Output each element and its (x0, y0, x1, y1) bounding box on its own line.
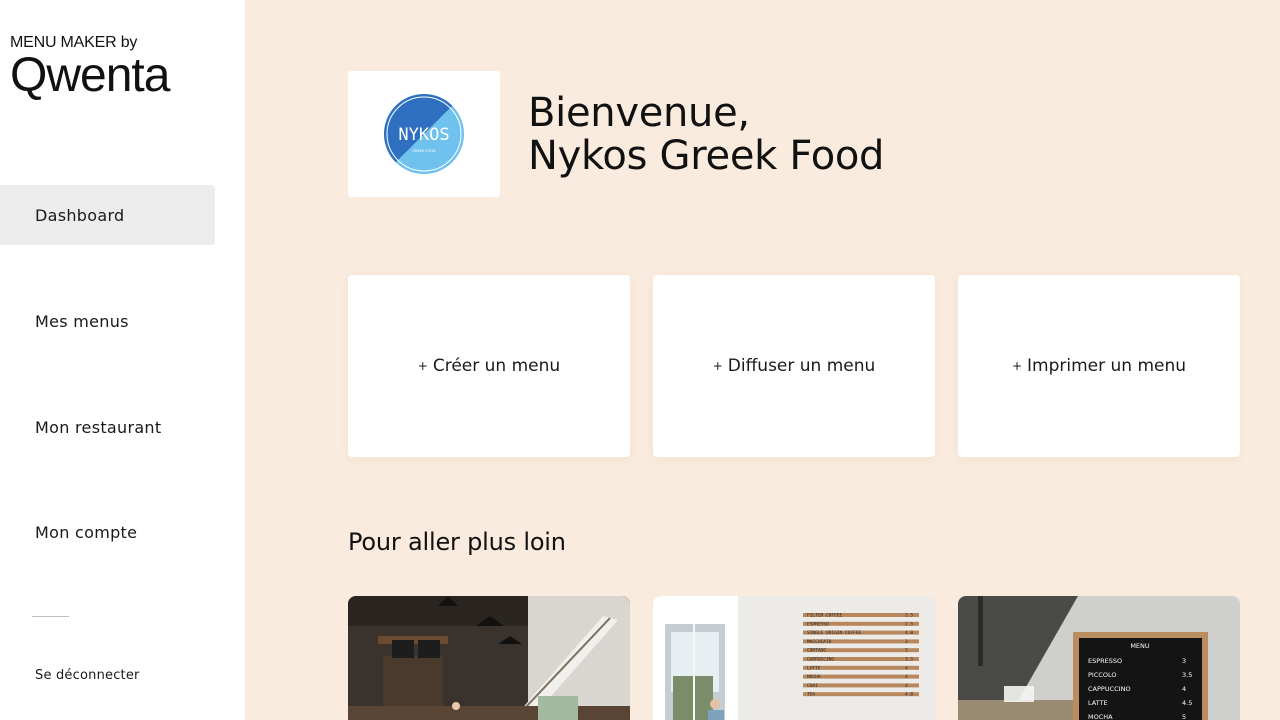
menu-board-item-price: 3 (1182, 657, 1186, 665)
wall-menu-item-name: CHAI (807, 683, 818, 689)
menu-board-image: MENU ESPRESSO 3 PICCOLO 3.5 CAPPUCCINO 4 LATTE… (958, 596, 1240, 720)
wall-menu-item-price: 4 (905, 665, 908, 671)
nav-item-dashboard[interactable]: Dashboard (0, 185, 215, 245)
logout-link[interactable]: Se déconnecter (35, 668, 140, 683)
action-label: Créer un menu (432, 356, 561, 376)
menu-board-item-name: LATTE (1088, 699, 1108, 707)
menu-board-item-name: CAPPUCCINO (1088, 685, 1131, 693)
wall-menu-item-price: 2.5 (905, 613, 913, 619)
print-menu-button[interactable]: + Imprimer un menu (958, 275, 1240, 457)
brand-name: Qwenta (10, 49, 170, 102)
wall-menu-item-name: FILTER COFFEE (807, 613, 843, 619)
plus-icon: + (712, 359, 723, 373)
sidebar-divider (32, 616, 69, 617)
action-label: Imprimer un menu (1027, 356, 1187, 376)
welcome-heading: Bienvenue, Nykos Greek Food (528, 92, 884, 178)
action-label: Diffuser un menu (727, 356, 876, 376)
menu-board-item-name: MOCHA (1088, 713, 1113, 720)
restaurant-logo-card: NYKOS GREEK FOOD (348, 71, 500, 197)
publish-menu-button[interactable]: + Diffuser un menu (653, 275, 935, 457)
logo-subtext: GREEK FOOD (412, 149, 435, 153)
sidebar: MENU MAKER by Qwenta Dashboard Mes menus… (0, 0, 245, 720)
wall-menu-item-name: CAPPUCCINO (807, 657, 834, 663)
wall-menu-item-price: 3.5 (905, 657, 913, 663)
wall-menu-board (803, 692, 919, 697)
menu-board-item-price: 5 (1182, 713, 1186, 720)
plus-icon: + (1011, 359, 1023, 373)
wall-menu-item-name: LATTE (807, 665, 821, 671)
article-card-wall-menu[interactable]: FILTER COFFEE 2.5 ESPRESSO 2.5 SINGLE ORIGIN… (653, 596, 935, 720)
nav-item-mes-menus[interactable]: Mes menus (0, 291, 215, 351)
wall-menu-item-price: 4 (905, 683, 908, 689)
wall-menu-item-name: TEA (807, 692, 815, 698)
logo-text: NYKOS (398, 125, 449, 145)
welcome-line-1: Bienvenue, (528, 90, 750, 136)
article-card-menu-board[interactable]: MENU ESPRESSO 3 PICCOLO 3.5 CAPPUCCINO 4 LATTE… (958, 596, 1240, 720)
create-menu-button[interactable]: + Créer un menu (348, 275, 630, 457)
wall-menu-item-name: ESPRESSO (807, 621, 829, 627)
wall-menu-item-name: MACCHIATO (807, 639, 832, 645)
nav-item-label: Mes menus (35, 311, 129, 331)
menu-board-title: MENU (1130, 642, 1150, 650)
wall-menu-item-price: 4.0 (905, 630, 913, 636)
wall-menu-item-name: CORTADO (807, 648, 826, 654)
brand-logo[interactable]: MENU MAKER by Qwenta (10, 34, 170, 102)
nav-item-mon-compte[interactable]: Mon compte (0, 502, 215, 562)
menu-board-item-name: PICCOLO (1088, 671, 1117, 679)
plus-icon: + (417, 359, 428, 373)
nav-item-mon-restaurant[interactable]: Mon restaurant (0, 397, 215, 457)
wall-menu-item-name: SINGLE ORIGIN COFFEE (807, 630, 861, 636)
wall-menu-item-price: 4 (905, 674, 908, 680)
menu-board-item-price: 4 (1182, 685, 1186, 693)
nav-item-label: Mon compte (35, 522, 138, 542)
wall-menu-item-name: MOCHA (807, 674, 821, 680)
wall-menu-image: FILTER COFFEE 2.5 ESPRESSO 2.5 SINGLE ORIGIN… (653, 596, 935, 720)
restaurant-name: Nykos Greek Food (528, 133, 885, 179)
wall-menu-item-price: 4.0 (905, 692, 913, 698)
restaurant-logo: NYKOS GREEK FOOD (384, 94, 464, 174)
cafe-interior-image (348, 596, 630, 720)
section-title: Pour aller plus loin (348, 528, 566, 556)
wall-menu-item-price: 2.5 (905, 621, 913, 627)
menu-board-item-price: 4.5 (1182, 699, 1192, 707)
nav-item-label: Mon restaurant (35, 417, 162, 437)
wall-menu-item-price: 3 (905, 639, 908, 645)
article-card-cafe-interior[interactable] (348, 596, 630, 720)
menu-board-item-price: 3.5 (1182, 671, 1192, 679)
wall-menu-item-price: 3 (905, 648, 908, 654)
menu-board-item-name: ESPRESSO (1088, 657, 1122, 665)
nav-item-label: Dashboard (35, 205, 125, 225)
wall-menu-board (803, 683, 919, 688)
